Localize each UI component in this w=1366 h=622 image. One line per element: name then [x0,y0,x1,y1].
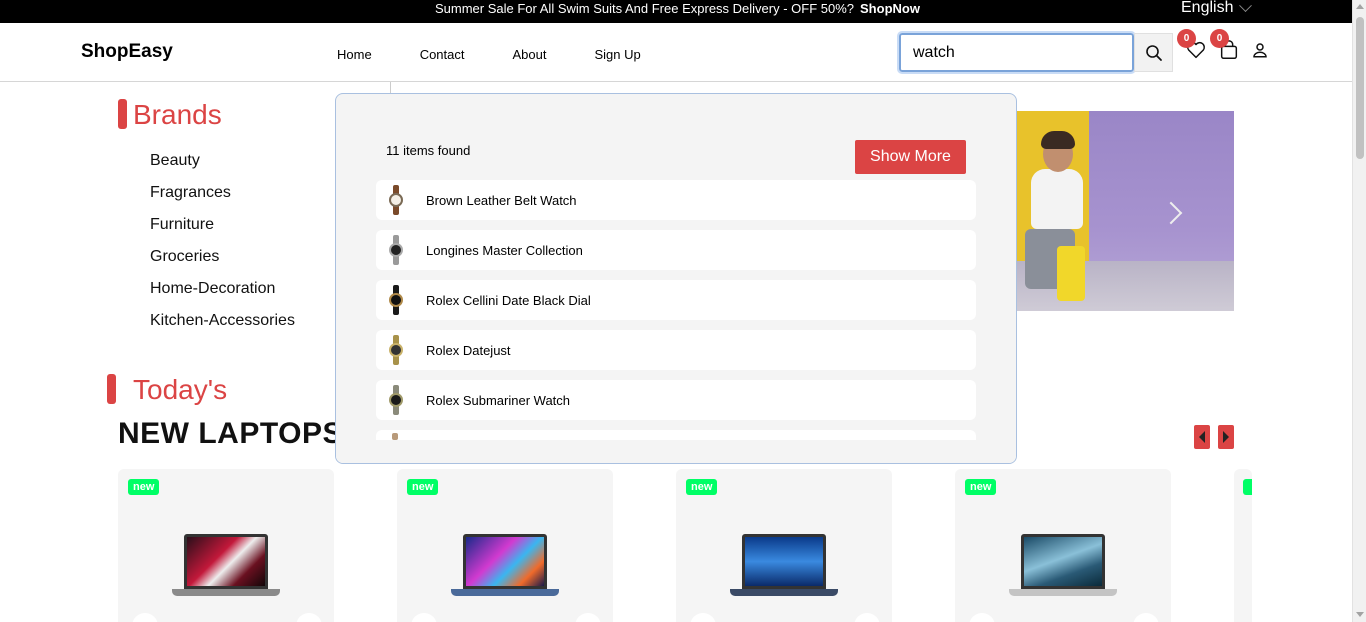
laptop-image [451,534,559,598]
laptop-image [172,534,280,598]
announcement-bar: Summer Sale For All Swim Suits And Free … [0,0,1352,23]
search-result-item[interactable]: Rolex Cellini Date Black Dial [376,280,976,320]
page-scrollbar[interactable] [1352,0,1366,622]
brand-item-furniture[interactable]: Furniture [150,215,295,247]
user-icon [1253,43,1267,58]
search-box [897,31,1173,74]
language-label: English [1181,0,1234,16]
chevron-down-icon [1239,0,1253,12]
nav-contact[interactable]: Contact [420,47,465,62]
new-badge: new [965,479,997,495]
carousel-next-button[interactable] [1218,425,1234,449]
product-card[interactable]: new [118,469,334,622]
search-result-name: Rolex Submariner Watch [426,392,571,408]
search-result-item[interactable]: Rolex Submariner Watch [376,380,976,420]
product-card[interactable]: n [1234,469,1252,622]
search-result-name: Rolex Datejust [426,342,511,358]
announcement-message: Summer Sale For All Swim Suits And Free … [435,1,855,16]
new-badge: new [407,479,439,495]
wishlist-count-badge: 0 [1177,29,1196,48]
show-more-button[interactable]: Show More [855,140,966,174]
product-card[interactable]: new [397,469,613,622]
product-card[interactable]: new [955,469,1171,622]
nav-about[interactable]: About [513,47,547,62]
brands-heading: Brands [133,99,222,130]
scroll-down-icon[interactable] [1356,612,1364,617]
account-button[interactable] [1251,41,1275,65]
main-nav: Home Contact About Sign Up [337,47,689,62]
watch-thumbnail [376,230,416,270]
new-badge: new [686,479,718,495]
watch-thumbnail [376,280,416,320]
search-result-item[interactable]: Rolex Datejust [376,330,976,370]
cart-button[interactable]: 0 [1210,29,1242,63]
brand-item-home-decoration[interactable]: Home-Decoration [150,279,295,311]
watch-thumbnail [376,380,416,420]
carousel-prev-button[interactable] [1194,425,1210,449]
new-badge: n [1243,479,1252,495]
search-button[interactable] [1134,33,1173,72]
hero-banner-image [1017,111,1234,311]
search-icon [1145,44,1162,61]
brand-list: Beauty Fragrances Furniture Groceries Ho… [150,151,295,343]
arrow-left-icon [1199,431,1205,443]
cart-count-badge: 0 [1210,29,1229,48]
watch-thumbnail [376,330,416,370]
laptop-image [1009,534,1117,598]
brand-item-groceries[interactable]: Groceries [150,247,295,279]
site-header: ShopEasy Home Contact About Sign Up 0 0 [0,23,1352,82]
search-result-item[interactable] [376,430,976,440]
shop-now-link[interactable]: ShopNow [860,1,920,16]
brand-item-fragrances[interactable]: Fragrances [150,183,295,215]
brands-accent-bar [118,99,127,129]
brand-item-beauty[interactable]: Beauty [150,151,295,183]
new-badge: new [128,479,160,495]
brand-item-kitchen-accessories[interactable]: Kitchen-Accessories [150,311,295,343]
arrow-right-icon [1223,431,1229,443]
results-count: 11 items found [386,143,471,158]
section-label: Today's [133,374,228,405]
search-input[interactable] [897,31,1136,74]
wishlist-button[interactable]: 0 [1177,29,1209,63]
search-result-name: Brown Leather Belt Watch [426,192,577,208]
language-select[interactable]: English [1181,0,1253,17]
scrollbar-thumb[interactable] [1356,17,1364,159]
scroll-up-icon[interactable] [1356,4,1364,9]
laptop-image [730,534,838,598]
today-accent-bar [107,374,116,404]
product-card[interactable]: new [676,469,892,622]
watch-thumbnail [376,180,416,220]
search-results-dropdown: 11 items found Show More Brown Leather B… [335,93,1017,464]
nav-sign-up[interactable]: Sign Up [594,47,640,62]
search-result-item[interactable]: Longines Master Collection [376,230,976,270]
search-result-name: Rolex Cellini Date Black Dial [426,292,591,308]
nav-home[interactable]: Home [337,47,372,62]
announcement-text: Summer Sale For All Swim Suits And Free … [435,1,920,16]
section-title: NEW LAPTOPS [118,417,343,450]
site-logo[interactable]: ShopEasy [81,41,173,63]
search-result-name: Longines Master Collection [426,242,583,258]
search-result-item[interactable]: Brown Leather Belt Watch [376,180,976,220]
